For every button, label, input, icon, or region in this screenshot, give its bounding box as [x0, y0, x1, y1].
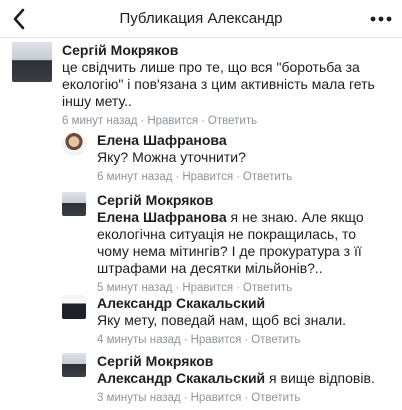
page-title: Публикация Александр	[119, 10, 283, 27]
reply-comment: Сергій Мокряков Александр Скакальский я …	[0, 351, 402, 409]
top-bar: Публикация Александр	[0, 0, 402, 38]
more-dots-icon	[370, 16, 392, 22]
comment-text: Яку? Можна уточнити?	[97, 149, 246, 165]
comment-author[interactable]: Сергій Мокряков	[62, 42, 392, 59]
avatar[interactable]	[62, 192, 86, 216]
reply-button[interactable]: Ответить	[243, 171, 292, 183]
reply-button[interactable]: Ответить	[251, 334, 300, 346]
more-options-button[interactable]	[368, 10, 394, 28]
comment-author[interactable]: Елена Шафранова	[97, 132, 392, 149]
like-button[interactable]: Нравится	[191, 334, 242, 346]
comment-time: 6 минут назад	[97, 171, 173, 183]
comment: Сергій Мокряков це свідчить лише про те,…	[0, 40, 402, 127]
reply-button[interactable]: Ответить	[251, 392, 300, 404]
like-button[interactable]: Нравится	[147, 115, 198, 127]
comment-text: Елена Шафранова я не знаю. Але якщо екол…	[97, 209, 389, 277]
comment-author[interactable]: Сергій Мокряков	[97, 192, 389, 209]
avatar[interactable]	[62, 132, 86, 156]
comment-meta: 3 минуты назад · Нравится · Ответить	[97, 392, 301, 404]
avatar[interactable]	[12, 42, 52, 82]
like-button[interactable]: Нравится	[191, 392, 242, 404]
comment-meta: 6 минут назад · Нравится · Ответить	[97, 171, 293, 183]
like-button[interactable]: Нравится	[182, 171, 233, 183]
reply-button[interactable]: Ответить	[208, 115, 257, 127]
comment-meta: 4 минуты назад · Нравится · Ответить	[97, 334, 301, 346]
comment-text: Александр Скакальский я вище відповів.	[97, 370, 397, 387]
comment-text: Яку мету, поведай нам, щоб всі знали.	[97, 312, 347, 328]
comment-author[interactable]: Сергій Мокряков	[97, 353, 397, 370]
reply-comment: Александр Скакальский Яку мету, поведай …	[0, 293, 402, 348]
mention-link[interactable]: Александр Скакальский	[97, 370, 265, 386]
comment-author[interactable]: Александр Скакальский	[97, 295, 392, 312]
comment-meta: 6 минут назад · Нравится · Ответить	[62, 115, 258, 127]
reply-comment: Елена Шафранова Яку? Можна уточнити? 6 м…	[0, 130, 402, 185]
reply-comment: Сергій Мокряков Елена Шафранова я не зна…	[0, 190, 402, 294]
comment-text-body: я вище відповів.	[265, 370, 375, 386]
comment-time: 4 минуты назад	[97, 334, 181, 346]
avatar[interactable]	[62, 353, 86, 377]
comment-text: це свідчить лише про те, що вся "боротьб…	[62, 59, 375, 109]
mention-link[interactable]: Елена Шафранова	[97, 209, 227, 225]
comment-time: 3 минуты назад	[97, 392, 181, 404]
comment-time: 6 минут назад	[62, 115, 138, 127]
avatar[interactable]	[62, 295, 86, 319]
